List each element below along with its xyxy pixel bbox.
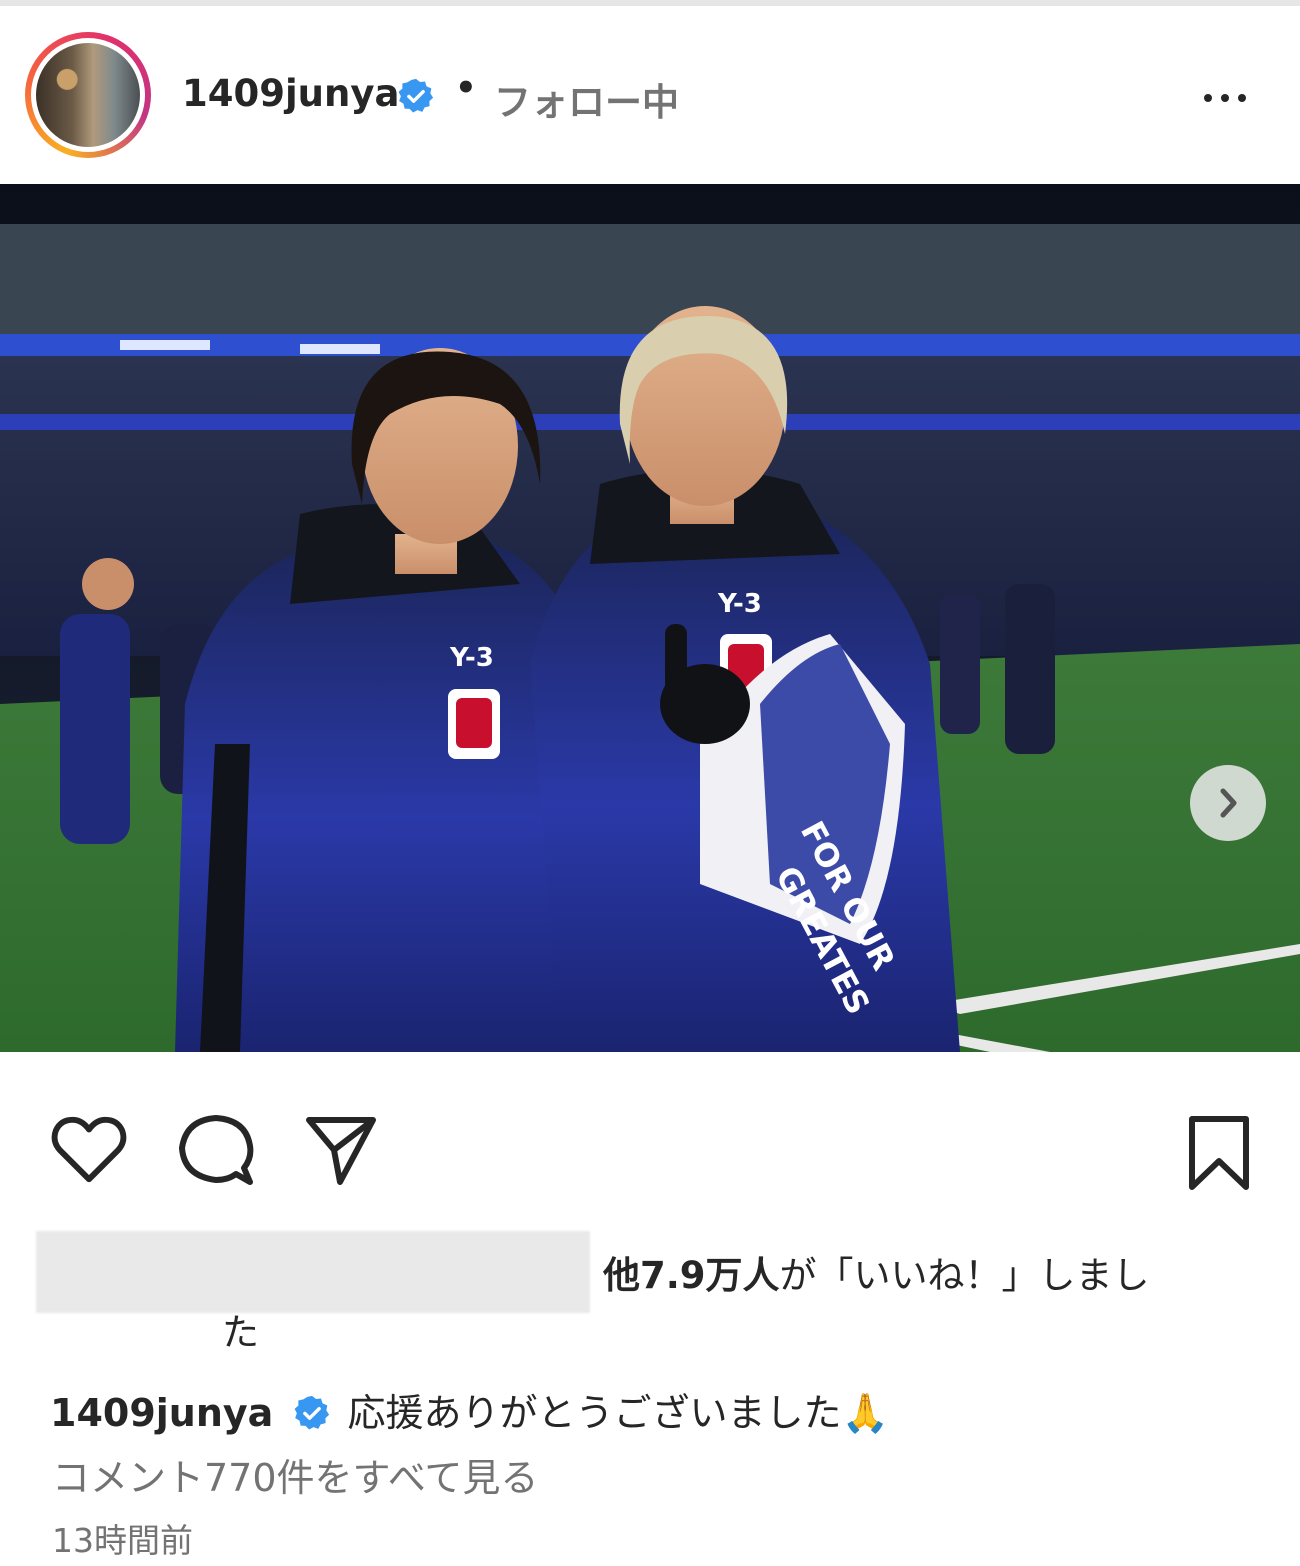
caption: 1409junya 応援ありがとうございました🙏 — [50, 1382, 889, 1437]
action-bar — [0, 1052, 1300, 1222]
send-icon[interactable] — [304, 1112, 378, 1186]
likes-summary[interactable]: 他7.9万人が「いいね！」しまし — [603, 1245, 1150, 1299]
bookmark-icon[interactable] — [1184, 1114, 1254, 1192]
more-options-icon[interactable] — [1190, 78, 1260, 118]
comment-bubble-icon[interactable] — [178, 1112, 254, 1188]
chevron-right-icon — [1220, 788, 1237, 818]
y3-logo-left: Y-3 — [449, 643, 494, 673]
separator: • — [455, 68, 477, 108]
heart-icon[interactable] — [50, 1114, 128, 1186]
following-button[interactable]: フォロー中 — [494, 72, 679, 126]
story-ring[interactable] — [25, 32, 151, 158]
likes-suffix-tail: た — [222, 1311, 259, 1354]
caption-username[interactable]: 1409junya — [50, 1391, 273, 1435]
next-slide-button[interactable] — [1190, 765, 1266, 841]
post-photo[interactable]: FOR OUR GREATES Y-3 Y-3 — [0, 184, 1300, 1052]
view-all-comments-link[interactable]: コメント770件をすべて見る — [52, 1447, 538, 1502]
post-timestamp[interactable]: 13時間前 — [52, 1514, 193, 1562]
liker-avatars-redacted — [36, 1231, 590, 1313]
post-header: 1409junya • フォロー中 — [0, 6, 1300, 184]
caption-text: 応援ありがとうございました🙏 — [347, 1391, 889, 1435]
photo-illustration: FOR OUR GREATES Y-3 Y-3 — [0, 184, 1300, 1052]
likes-count[interactable]: 他7.9万人 — [603, 1254, 780, 1297]
username-link[interactable]: 1409junya — [182, 72, 399, 115]
avatar[interactable] — [36, 43, 140, 147]
verified-badge-icon — [398, 78, 434, 113]
likes-suffix: が「いいね！」しまし — [779, 1254, 1150, 1297]
verified-badge-icon — [295, 1395, 330, 1430]
y3-logo-right: Y-3 — [717, 589, 762, 619]
